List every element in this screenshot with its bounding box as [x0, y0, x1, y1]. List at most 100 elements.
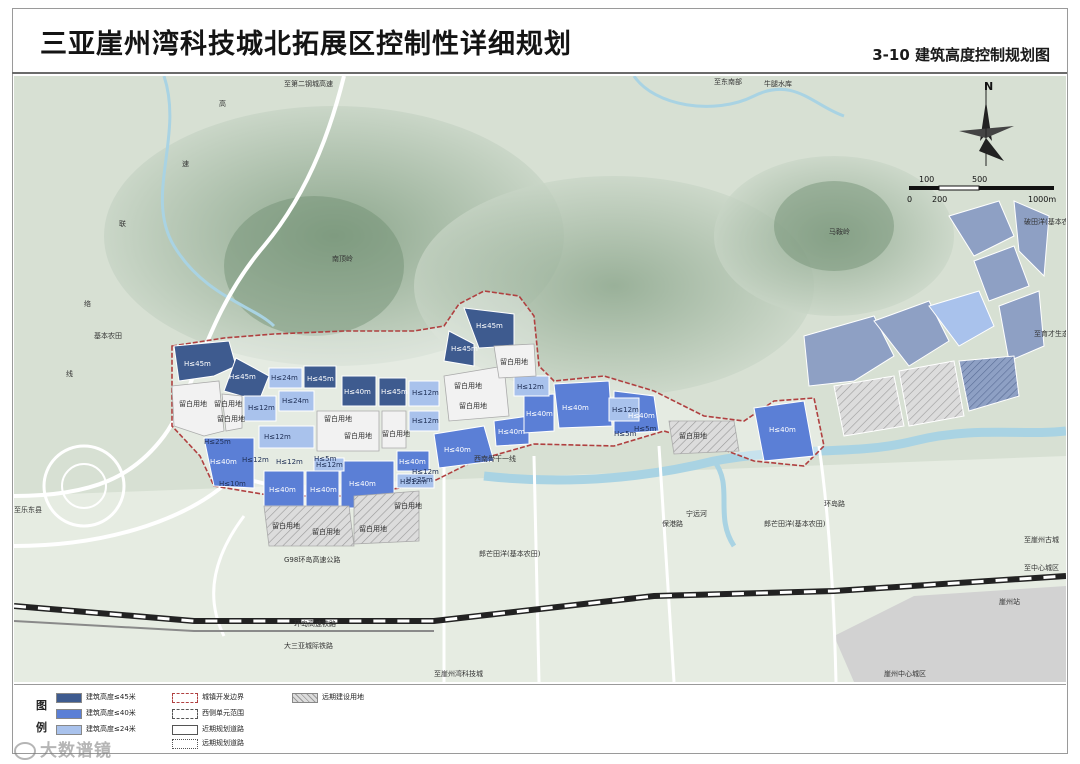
- map-subtitle: 3-10 建筑高度控制规划图: [872, 46, 1050, 64]
- zone-label: H≤40m: [444, 446, 471, 454]
- scale-label: 1000m: [1028, 195, 1056, 204]
- scale-label: 200: [932, 195, 947, 204]
- legend-label: 远期规划道路: [202, 739, 244, 747]
- place-label: G98环岛高速公路: [284, 555, 340, 564]
- page-title: 三亚崖州湾科技城北拓展区控制性详细规划: [40, 29, 572, 60]
- zone-label: 留白用地: [359, 524, 387, 533]
- zone-label: 留白用地: [459, 401, 487, 410]
- zone-label: H≤40m: [399, 458, 426, 466]
- zone-label: H≤40m: [498, 428, 525, 436]
- zone-label: 留白用地: [679, 431, 707, 440]
- legend-title: 图例: [36, 699, 47, 734]
- zone-label: H≤45m: [476, 322, 503, 330]
- zone-label: H≤40m: [562, 404, 589, 412]
- zone-label: H≤45m: [307, 375, 334, 383]
- zone-label: H≤12m: [412, 468, 439, 476]
- place-label: 崖州中心城区: [884, 669, 926, 678]
- map-canvas[interactable]: N 100 500 0 200 1000m 至第二钢城高速 至东南部 牛腿水库 …: [14, 76, 1066, 682]
- place-label: 破田洋(基本农田): [1024, 217, 1066, 226]
- legend-swatch-h45: [56, 693, 82, 703]
- legend-label: 建筑高度≤40米: [86, 709, 136, 717]
- legend-label: 西侧单元范围: [202, 709, 244, 717]
- zone-label: H≤12m: [242, 456, 269, 464]
- zone-label: 留白用地: [217, 414, 245, 423]
- east-zone[interactable]: [898, 360, 965, 427]
- zone-label: 留白用地: [394, 501, 422, 510]
- place-label: 速: [182, 160, 189, 168]
- zone-label: 留白用地: [454, 381, 482, 390]
- zone-label: H≤12m: [264, 433, 291, 441]
- zone-label: 留白用地: [179, 399, 207, 408]
- zone-label: H≤25m: [406, 476, 433, 484]
- place-label: 基本农田: [94, 331, 122, 340]
- legend-swatch-future: [292, 693, 318, 703]
- scale-label: 100: [919, 175, 934, 184]
- reserve-zone[interactable]: [353, 490, 420, 545]
- zone-label: H≤12m: [248, 404, 275, 412]
- legend-swatch-h24: [56, 725, 82, 735]
- title-divider: [12, 72, 1067, 74]
- zone-label: 留白用地: [344, 431, 372, 440]
- place-label: 大三亚城际铁路: [284, 641, 333, 650]
- zone-label: H≤12m: [412, 389, 439, 397]
- watermark-text: 大数谱镜: [40, 741, 112, 761]
- mountain-peak-west: [224, 196, 404, 336]
- zone-label: 留白用地: [214, 399, 242, 408]
- place-label: 至乐东县: [14, 505, 42, 514]
- zone-label: H≤25m: [204, 438, 231, 446]
- scale-label: 500: [972, 175, 987, 184]
- zone-label: H≤40m: [349, 480, 376, 488]
- north-label: N: [984, 80, 993, 93]
- legend-label: 城镇开发边界: [202, 693, 244, 701]
- legend-label: 建筑高度≤24米: [86, 725, 136, 733]
- east-zone[interactable]: [833, 375, 905, 437]
- place-label: 至育才生态区: [1034, 329, 1066, 338]
- zone-label: H≤12m: [412, 417, 439, 425]
- watermark: 大数谱镜: [14, 736, 112, 761]
- legend-label: 远期建设用地: [322, 693, 364, 701]
- zone-label: H≤40m: [210, 458, 237, 466]
- place-label: 至东南部: [714, 77, 742, 86]
- zone-label: H≤45m: [381, 388, 408, 396]
- place-label: 马鞍岭: [829, 227, 850, 236]
- place-label: 保港路: [662, 519, 683, 528]
- legend: 图例 建筑高度≤45米 建筑高度≤40米 建筑高度≤24米 城镇开发边界 西侧单…: [14, 684, 1066, 753]
- zone-label: H≤45m: [184, 360, 211, 368]
- legend-swatch-near-road: [172, 725, 198, 735]
- legend-swatch-unit: [172, 709, 198, 719]
- planning-map[interactable]: N 100 500 0 200 1000m 至第二钢城高速 至东南部 牛腿水库 …: [14, 76, 1066, 682]
- watermark-icon: [14, 742, 36, 760]
- place-label: 环岛高速铁路: [294, 619, 336, 628]
- place-label: 郎芒田洋(基本农田): [764, 519, 826, 528]
- place-label: 环岛路: [824, 499, 845, 508]
- place-label: 西南骨干一线: [474, 454, 516, 463]
- zone-label: H≤12m: [612, 406, 639, 414]
- zone-label: 留白用地: [312, 527, 340, 536]
- zone-label: 留白用地: [500, 357, 528, 366]
- zone-label: H≤45m: [451, 345, 478, 353]
- legend-swatch-boundary: [172, 693, 198, 703]
- legend-label: 近期规划道路: [202, 725, 244, 733]
- legend-swatch-h40: [56, 709, 82, 719]
- scale-label: 0: [907, 195, 912, 204]
- place-label: 络: [84, 299, 91, 308]
- zone-label: 留白用地: [324, 414, 352, 423]
- place-label: 至崖州古城: [1024, 535, 1059, 544]
- zone-label: H≤12m: [276, 458, 303, 466]
- zone-label: H≤12m: [517, 383, 544, 391]
- zone-label: H≤45m: [229, 373, 256, 381]
- place-label: 线: [66, 369, 73, 378]
- zone-label: H≤40m: [269, 486, 296, 494]
- legend-swatch-far-road: [172, 739, 198, 749]
- zone-label: 留白用地: [272, 521, 300, 530]
- zone-label: H≤5m: [634, 425, 657, 433]
- reserve-zone[interactable]: [171, 380, 225, 437]
- place-label: 郎芒田洋(基本农田): [479, 549, 541, 558]
- zone-label: H≤24m: [282, 397, 309, 405]
- zone-label: H≤5m: [314, 455, 337, 463]
- zone-label: H≤40m: [769, 426, 796, 434]
- zone-label: H≤24m: [271, 374, 298, 382]
- legend-label: 建筑高度≤45米: [86, 693, 136, 701]
- zone-label: 留白用地: [382, 429, 410, 438]
- place-label: 崖州站: [999, 597, 1020, 606]
